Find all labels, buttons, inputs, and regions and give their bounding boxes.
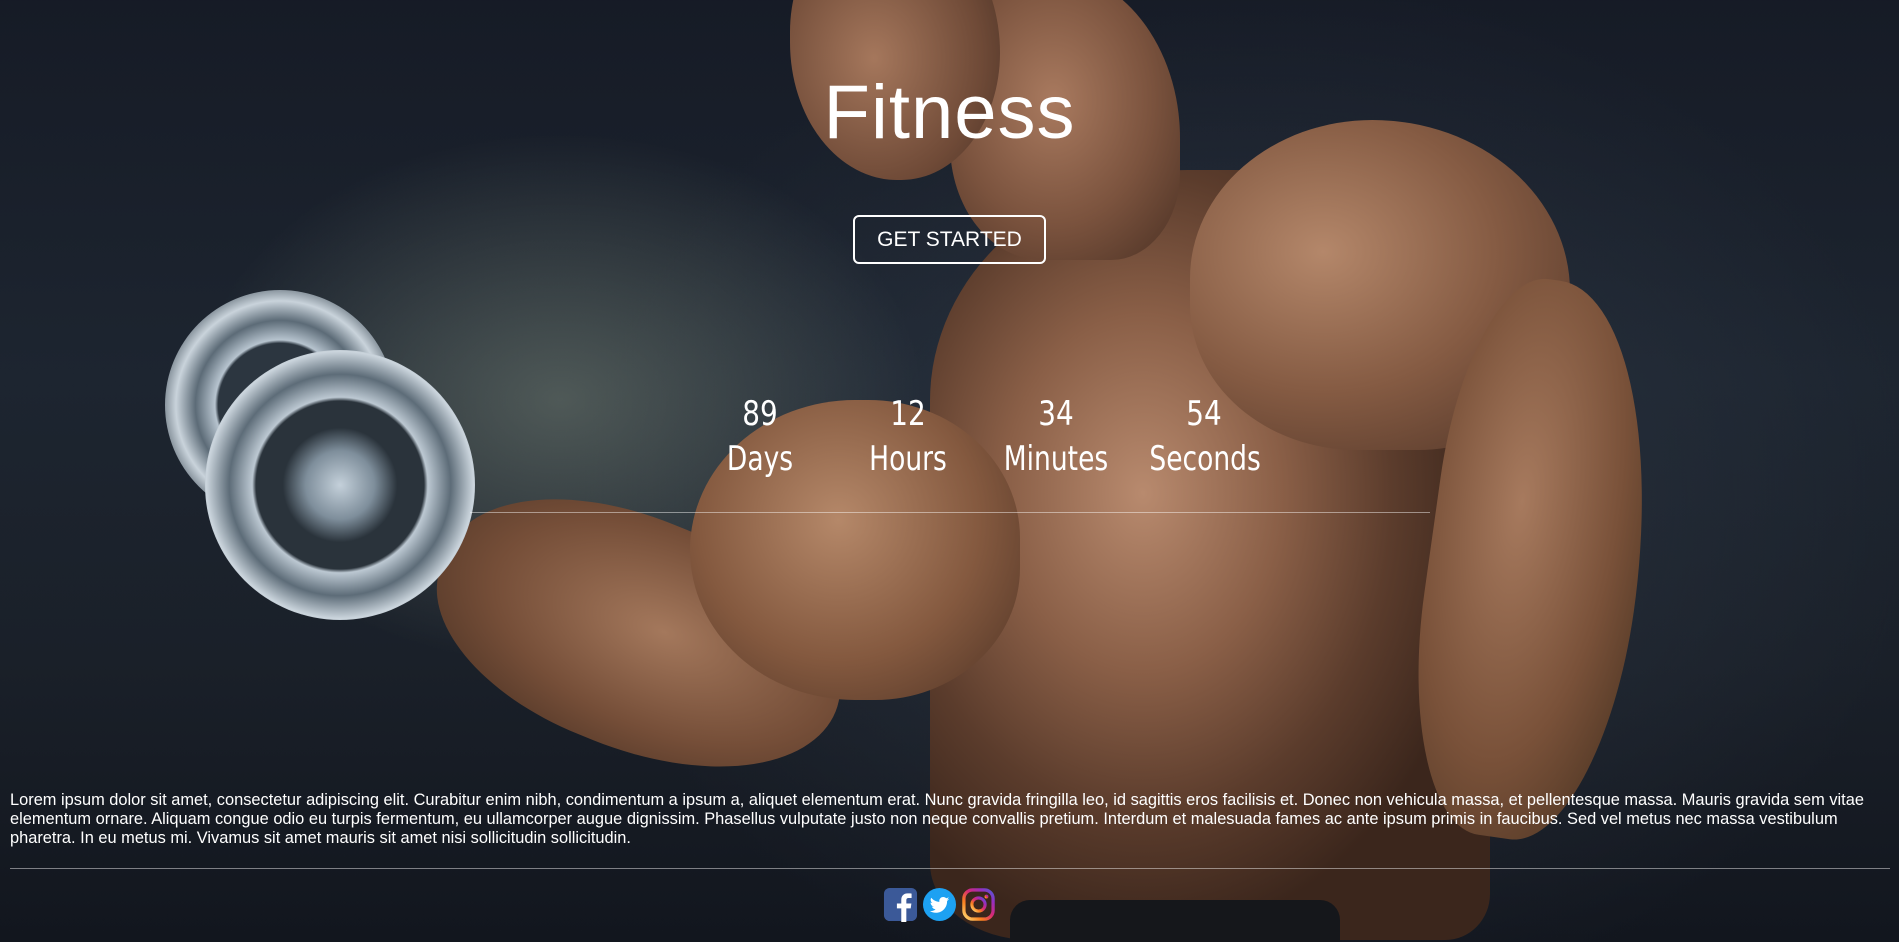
twitter-link[interactable]: [922, 887, 957, 922]
countdown-days: 89 Days: [690, 392, 830, 482]
countdown-hours: 12 Hours: [838, 392, 978, 482]
countdown-days-value: 89: [742, 394, 778, 434]
countdown-minutes: 34 Minutes: [986, 392, 1126, 482]
social-links: [883, 887, 996, 922]
countdown-divider: [470, 512, 1430, 513]
about-paragraph: Lorem ipsum dolor sit amet, consectetur …: [10, 791, 1864, 847]
dumbbell-plate-shape: [205, 350, 475, 620]
facebook-link[interactable]: [883, 887, 918, 922]
twitter-icon: [922, 887, 957, 922]
right-arm-shape: [1392, 268, 1678, 852]
instagram-icon: [962, 888, 995, 921]
countdown-hours-value: 12: [890, 394, 926, 434]
get-started-button[interactable]: GET STARTED: [853, 215, 1046, 264]
countdown-days-label: Days: [726, 439, 794, 479]
countdown-seconds-value: 54: [1186, 394, 1222, 434]
countdown-minutes-value: 34: [1038, 394, 1074, 434]
facebook-icon: [883, 887, 918, 922]
left-arm-shape: [402, 449, 878, 821]
footer-divider: [10, 868, 1890, 869]
pants-shape: [1010, 900, 1340, 942]
countdown-hours-label: Hours: [869, 439, 947, 479]
countdown-seconds: 54 Seconds: [1134, 392, 1274, 482]
dumbbell-shape: [165, 290, 395, 520]
countdown-seconds-label: Seconds: [1149, 439, 1261, 479]
page-title: Fitness: [823, 70, 1076, 155]
instagram-link[interactable]: [961, 887, 996, 922]
countdown-minutes-label: Minutes: [1003, 439, 1109, 479]
countdown-timer: 89 Days 12 Hours 34 Minutes 54 Seconds: [690, 392, 1290, 492]
